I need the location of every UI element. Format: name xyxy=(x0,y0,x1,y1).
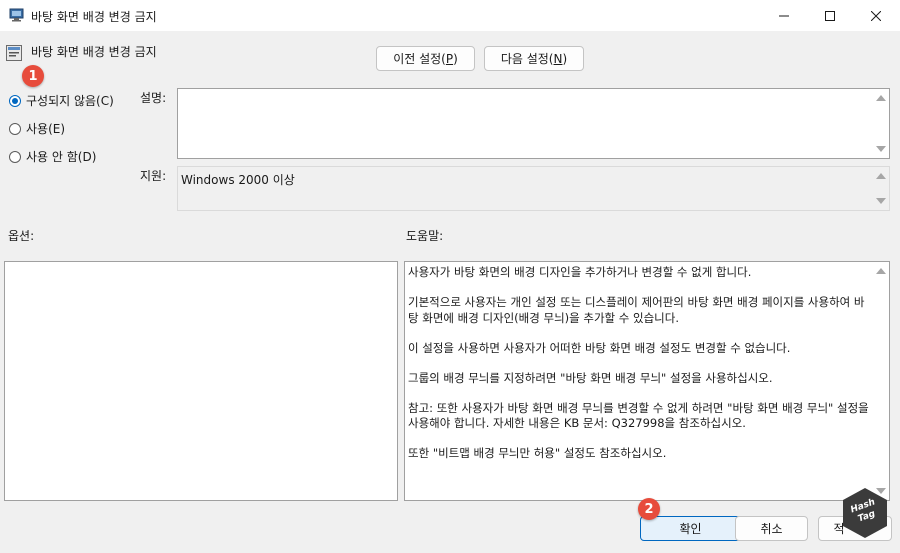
supported-label: 지원: xyxy=(140,169,167,183)
scroll-up-icon[interactable] xyxy=(876,268,886,274)
scroll-up-icon[interactable] xyxy=(876,173,886,179)
comment-label: 설명: xyxy=(140,91,167,105)
help-paragraph: 기본적으로 사용자는 개인 설정 또는 디스플레이 제어판의 바탕 화면 배경 … xyxy=(408,295,865,325)
scroll-up-icon[interactable] xyxy=(876,95,886,101)
group-policy-editor-icon xyxy=(9,7,25,23)
previous-setting-button[interactable]: 이전 설정(P) xyxy=(376,46,475,71)
radio-button[interactable] xyxy=(9,122,21,135)
minimize-icon xyxy=(779,15,789,16)
minimize-button[interactable] xyxy=(761,0,807,31)
ok-button[interactable]: 확인 xyxy=(640,516,741,541)
help-text: 사용자가 바탕 화면의 배경 디자인을 추가하거나 변경할 수 없게 합니다. … xyxy=(408,265,869,476)
next-setting-button[interactable]: 다음 설정(N) xyxy=(484,46,584,71)
radio-button[interactable] xyxy=(9,94,21,107)
annotation-badge: 1 xyxy=(22,65,44,87)
help-paragraph: 또한 "비트맵 배경 무늬만 허용" 설정도 참조하십시오. xyxy=(408,446,667,460)
supported-on-field: Windows 2000 이상 xyxy=(177,166,890,211)
help-scrollbar[interactable] xyxy=(873,262,889,500)
maximize-button[interactable] xyxy=(807,0,853,31)
hashtag-watermark-logo: Hash Tag xyxy=(841,487,889,539)
help-label: 도움말: xyxy=(406,229,444,243)
scroll-down-icon[interactable] xyxy=(876,146,886,152)
options-panel xyxy=(4,261,398,501)
radio-label: 구성되지 않음(C) xyxy=(26,94,114,108)
radio-label: 사용 안 함(D) xyxy=(26,150,97,164)
policy-setting-icon xyxy=(6,45,22,61)
comment-scrollbar[interactable] xyxy=(873,89,889,158)
help-paragraph: 이 설정을 사용하면 사용자가 어떠한 바탕 화면 배경 설정도 변경할 수 없… xyxy=(408,340,791,355)
radio-not-configured[interactable]: 구성되지 않음(C) xyxy=(9,92,114,109)
close-icon xyxy=(871,10,881,21)
scroll-down-icon[interactable] xyxy=(876,198,886,204)
close-button[interactable] xyxy=(853,0,899,31)
options-label: 옵션: xyxy=(8,229,35,243)
annotation-badge: 2 xyxy=(638,498,660,520)
help-paragraph: 참고: 또한 사용자가 바탕 화면 배경 무늬를 변경할 수 없게 하려면 "바… xyxy=(408,400,869,431)
help-paragraph: 사용자가 바탕 화면의 배경 디자인을 추가하거나 변경할 수 없게 합니다. xyxy=(408,265,752,279)
maximize-icon xyxy=(825,10,835,21)
help-paragraph: 그룹의 배경 무늬를 지정하려면 "바탕 화면 배경 무늬" 설정을 사용하십시… xyxy=(408,370,773,385)
cancel-button[interactable]: 취소 xyxy=(735,516,808,541)
comment-textarea[interactable] xyxy=(177,88,890,159)
window-title: 바탕 화면 배경 변경 금지 xyxy=(31,10,157,24)
policy-title: 바탕 화면 배경 변경 금지 xyxy=(31,45,157,59)
supported-on-value: Windows 2000 이상 xyxy=(181,173,295,187)
radio-button[interactable] xyxy=(9,150,21,163)
radio-label: 사용(E) xyxy=(26,122,66,136)
radio-disabled[interactable]: 사용 안 함(D) xyxy=(9,148,96,165)
help-panel: 사용자가 바탕 화면의 배경 디자인을 추가하거나 변경할 수 없게 합니다. … xyxy=(404,261,890,501)
radio-enabled[interactable]: 사용(E) xyxy=(9,120,65,137)
supported-scrollbar[interactable] xyxy=(873,167,889,210)
